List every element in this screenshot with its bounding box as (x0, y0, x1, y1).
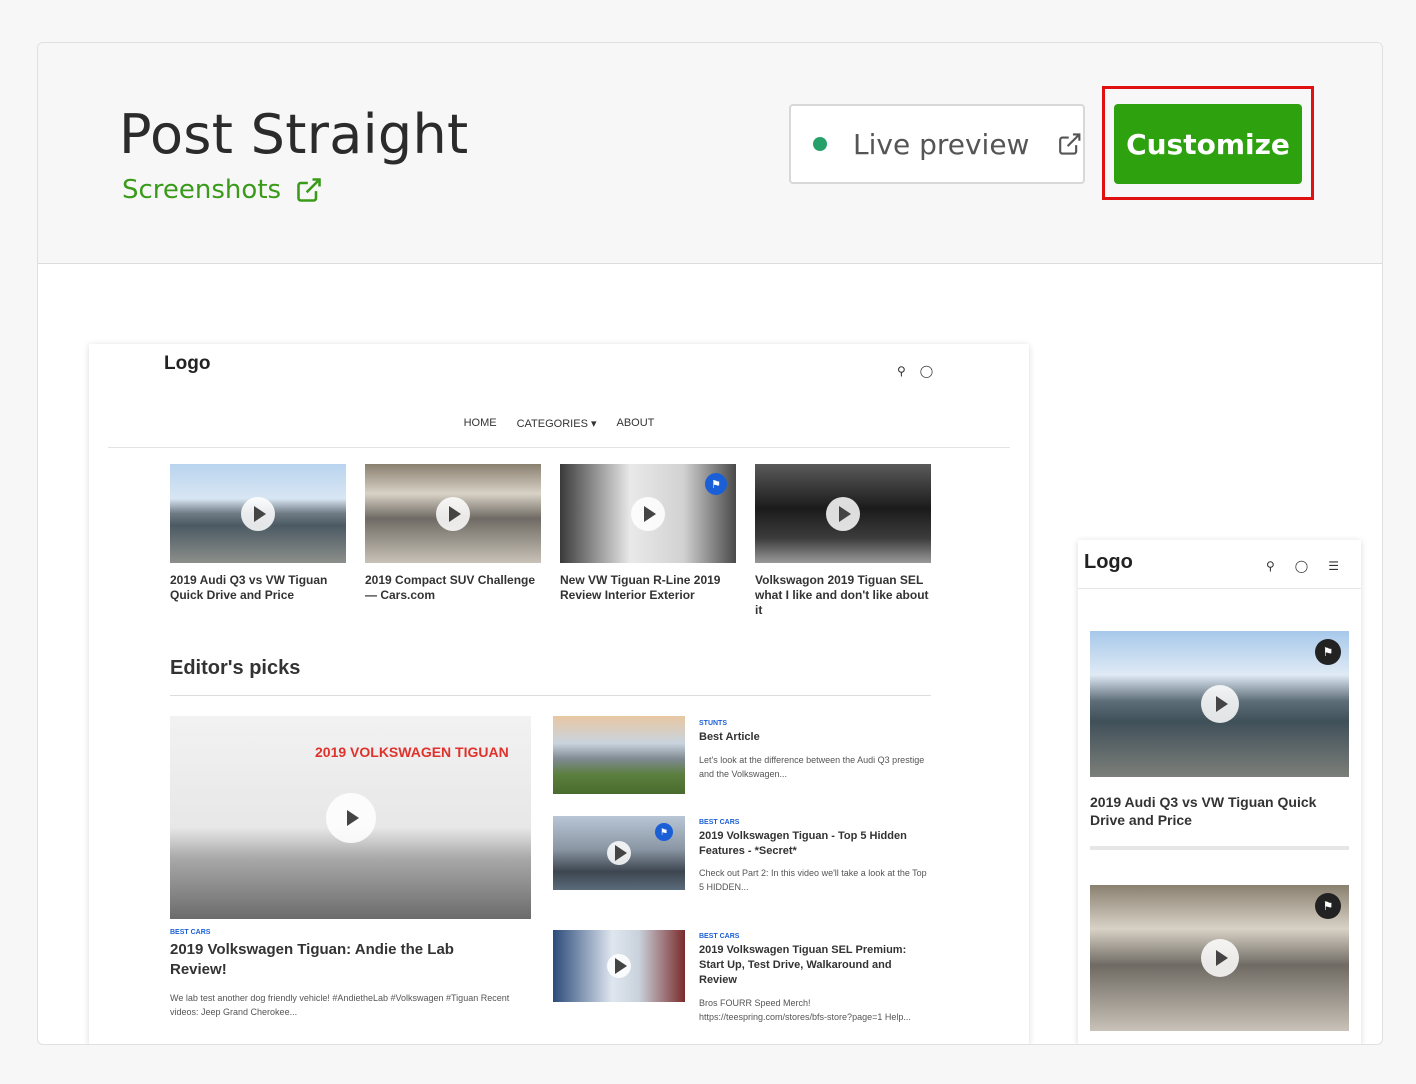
live-preview-button[interactable]: Live preview (789, 104, 1085, 184)
play-icon (241, 496, 275, 531)
video-thumbnail (365, 464, 541, 563)
menu-icon: ☰ (1328, 559, 1339, 573)
video-thumbnail (755, 464, 931, 563)
post-divider (1090, 846, 1349, 850)
theme-card: Post Straight Screenshots Live preview C… (37, 42, 1383, 1045)
live-status-dot (813, 137, 827, 151)
mobile-preview[interactable]: Logo ⚲ ◯ ☰ ⚑ 2019 Audi Q3 vs VW Tiguan Q… (1078, 540, 1361, 1044)
header-divider (1078, 588, 1361, 589)
play-icon (607, 954, 631, 978)
screenshots-link[interactable]: Screenshots (122, 175, 323, 205)
featured-thumbnail: 2019 VOLKSWAGEN TIGUAN (170, 716, 531, 919)
card-title: 2019 Compact SUV Challenge — Cars.com (365, 573, 536, 602)
theme-header: Post Straight Screenshots Live preview C… (38, 43, 1382, 264)
post-title: Best Article (699, 731, 760, 743)
post-thumbnail (553, 930, 685, 1002)
post-excerpt: Check out Part 2: In this video we'll ta… (699, 868, 927, 892)
search-icon: ⚲ (897, 364, 906, 378)
post-excerpt: Let's look at the difference between the… (699, 755, 925, 779)
card-title: New VW Tiguan R-Line 2019 Review Interio… (560, 573, 721, 602)
section-title: Editor's picks (170, 657, 301, 679)
video-thumbnail (170, 464, 346, 563)
play-icon (325, 792, 376, 843)
card-title: 2019 Audi Q3 vs VW Tiguan Quick Drive an… (170, 573, 328, 602)
external-link-icon (1059, 133, 1081, 155)
user-icon: ◯ (919, 364, 934, 378)
post-title: 2019 Volkswagen Tiguan SEL Premium: Star… (699, 944, 907, 986)
nav-divider (108, 447, 1010, 448)
post-title: 2019 Volkswagen Tiguan: Andie the Lab Re… (170, 941, 454, 978)
post-category: BEST CARS (699, 819, 740, 826)
thumbnail-banner: 2019 VOLKSWAGEN TIGUAN (315, 744, 509, 760)
video-thumbnail: ⚑ (1090, 885, 1349, 1031)
play-icon (1200, 939, 1239, 977)
nav-about: ABOUT (616, 417, 655, 429)
bookmark-icon: ⚑ (655, 823, 673, 841)
post-category: BEST CARS (699, 933, 740, 940)
theme-title: Post Straight (119, 103, 469, 166)
post-title: 2019 Volkswagen Tiguan - Top 5 Hidden Fe… (699, 830, 907, 857)
post-title: 2019 Audi Q3 vs VW Tiguan Quick Drive an… (1090, 794, 1317, 828)
bookmark-icon: ⚑ (1315, 893, 1341, 919)
post-category: BEST CARS (170, 929, 211, 936)
play-icon (1200, 685, 1239, 723)
post-thumbnail (553, 716, 685, 794)
play-icon (631, 496, 665, 531)
nav-home: HOME (463, 417, 497, 429)
post-thumbnail: ⚑ (553, 816, 685, 890)
play-icon (436, 496, 470, 531)
preview-nav: HOME CATEGORIES ▾ ABOUT (89, 417, 1029, 430)
bookmark-icon: ⚑ (705, 473, 727, 495)
section-divider (170, 695, 931, 696)
video-thumbnail: ⚑ (560, 464, 736, 563)
preview-logo: Logo (1084, 551, 1133, 573)
post-excerpt: Bros FOURR Speed Merch! https://teesprin… (699, 998, 911, 1022)
search-icon: ⚲ (1266, 559, 1275, 573)
play-icon (607, 841, 631, 865)
video-thumbnail: ⚑ (1090, 631, 1349, 777)
screenshots-label: Screenshots (122, 175, 282, 205)
post-excerpt: We lab test another dog friendly vehicle… (170, 993, 510, 1017)
user-icon: ◯ (1294, 559, 1309, 573)
play-icon (826, 496, 860, 531)
preview-toolbar: ⚲ ◯ ☰ (1266, 559, 1339, 573)
nav-categories: CATEGORIES ▾ (516, 418, 597, 430)
caret-down-icon: ▾ (590, 418, 597, 430)
bookmark-icon: ⚑ (1315, 639, 1341, 665)
card-title: Volkswagon 2019 Tiguan SEL what I like a… (755, 573, 929, 617)
customize-button[interactable]: Customize (1114, 104, 1302, 184)
post-category: STUNTS (699, 720, 727, 727)
preview-logo: Logo (164, 353, 211, 374)
preview-toolbar: ⚲ ◯ (897, 364, 933, 378)
external-link-icon (297, 178, 321, 202)
desktop-preview[interactable]: Logo ⚲ ◯ HOME CATEGORIES ▾ ABOUT 2019 Au… (89, 344, 1029, 1044)
live-preview-label: Live preview (853, 127, 1030, 161)
